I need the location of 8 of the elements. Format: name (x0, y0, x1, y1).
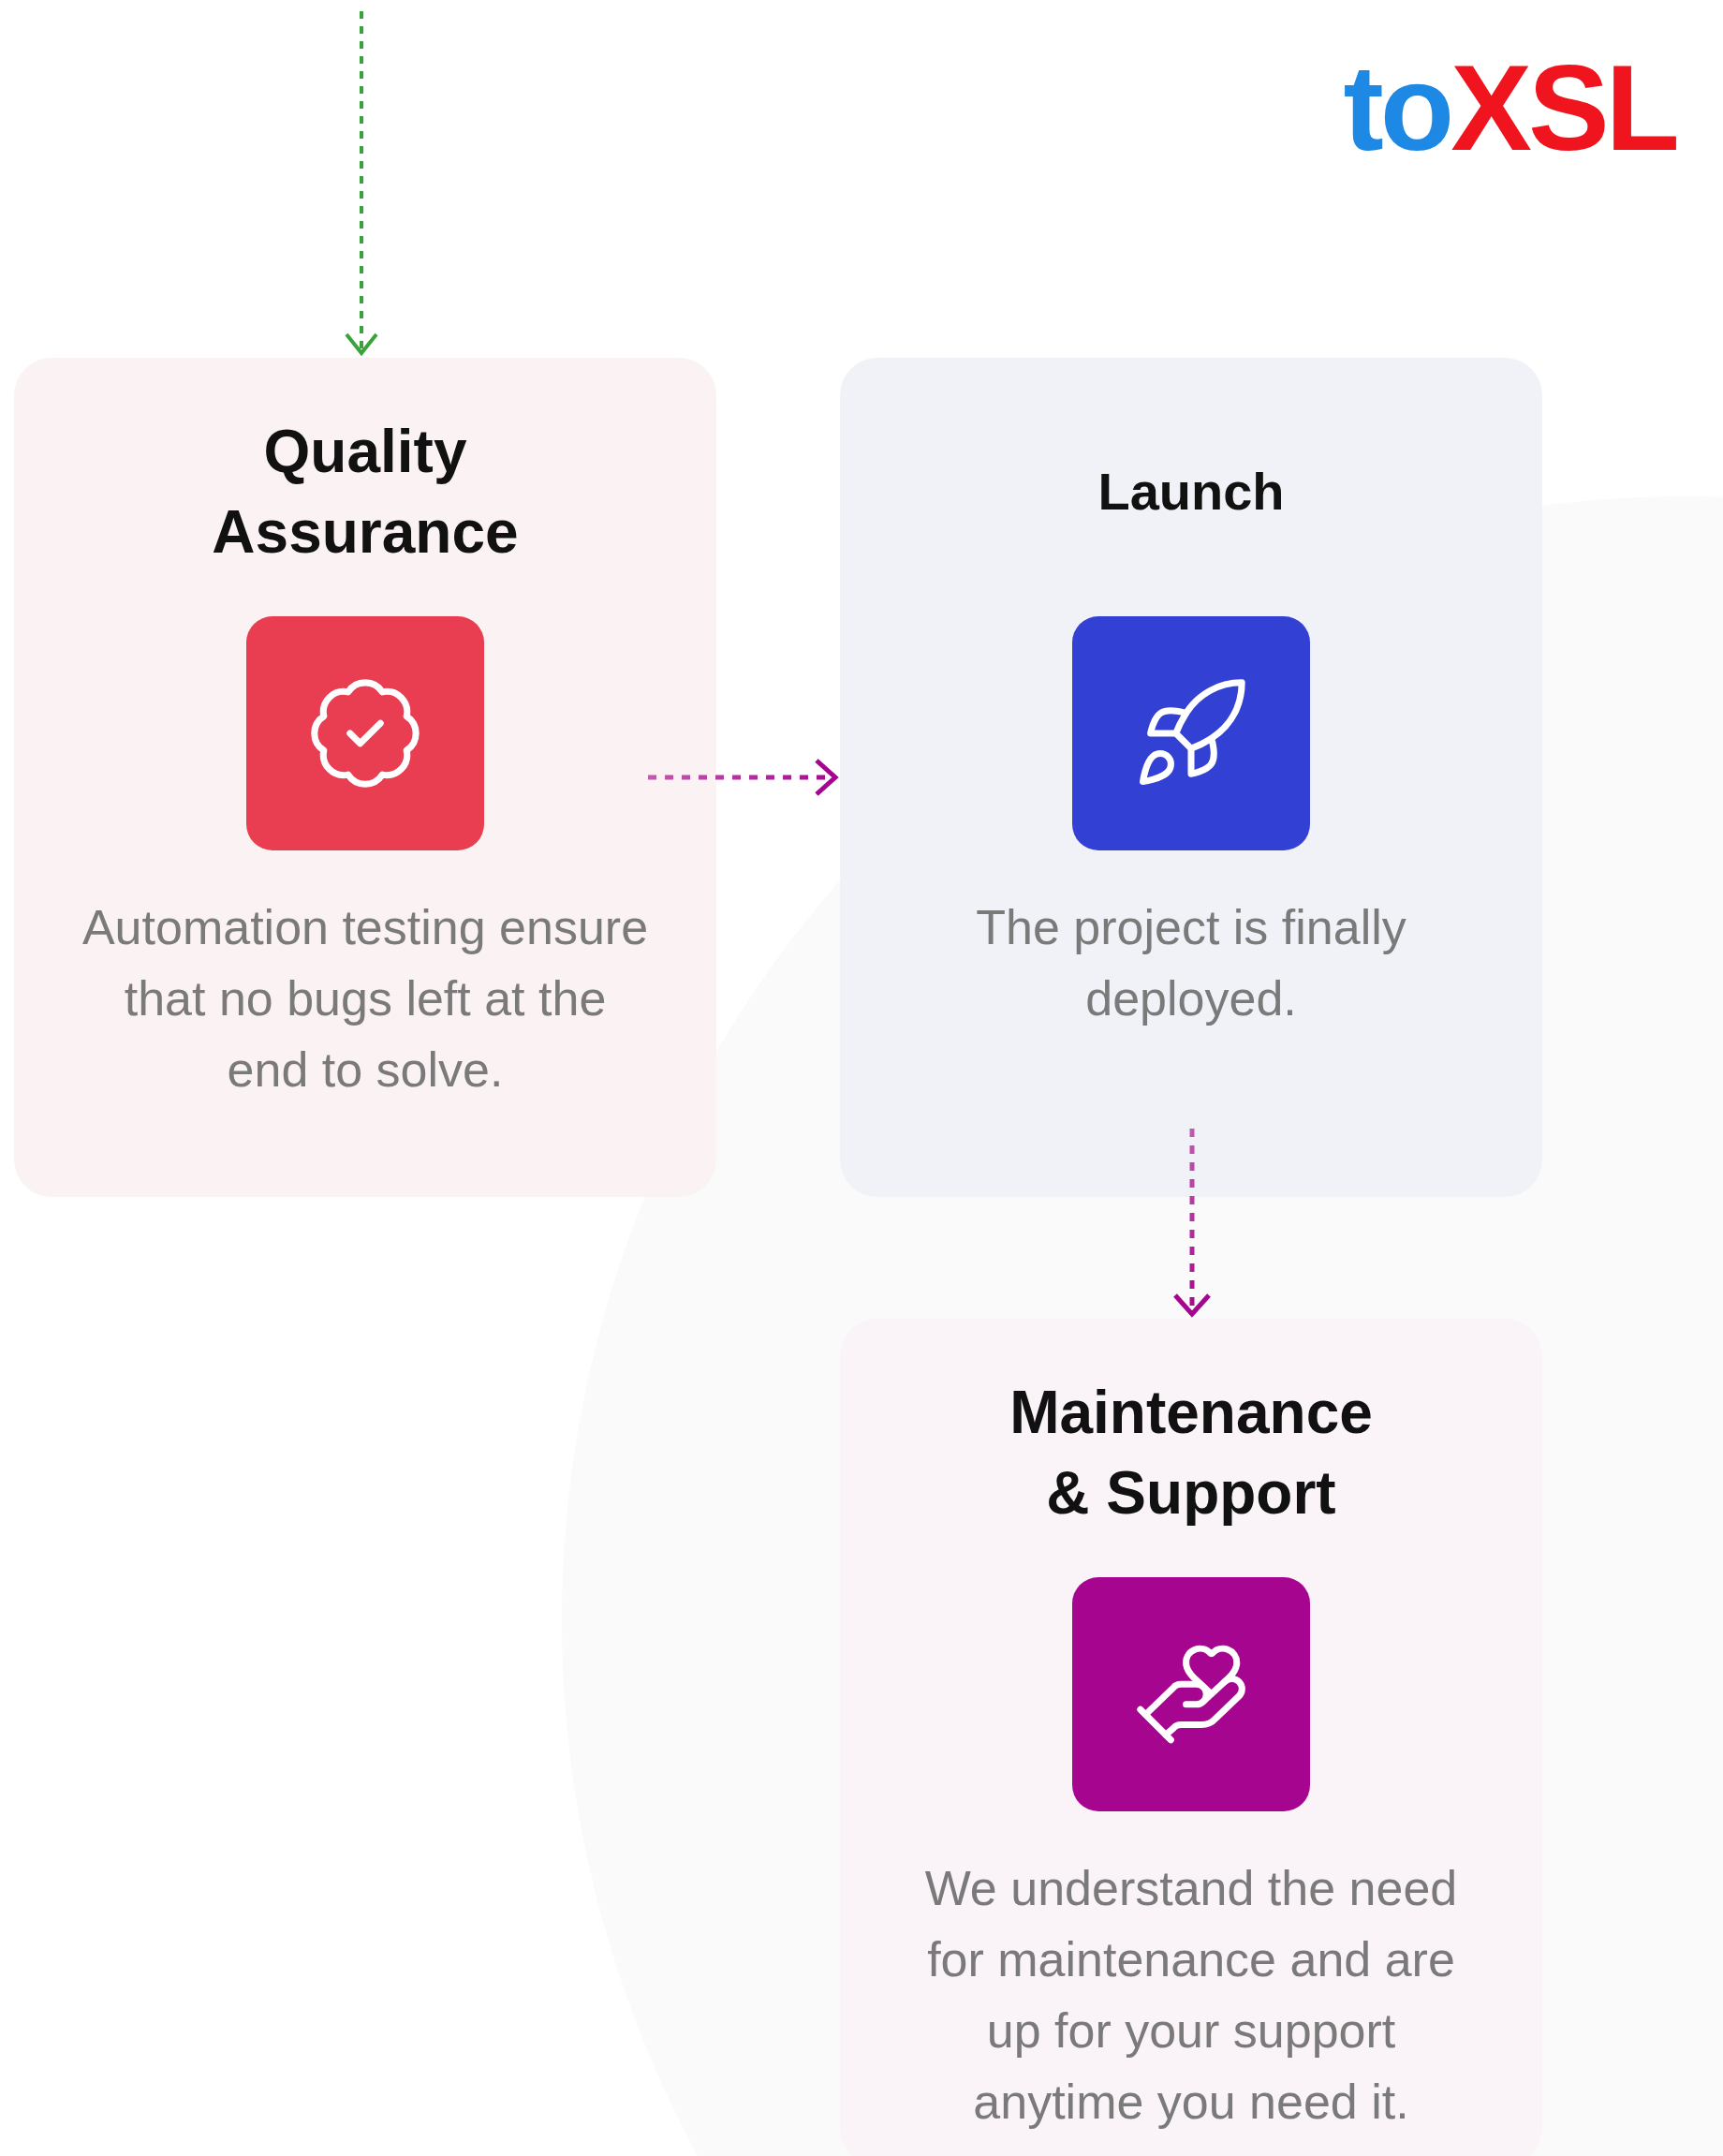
logo-text: to (1343, 38, 1451, 178)
step-title: Maintenance & Support (1009, 1378, 1374, 1528)
step-description: Automation testing ensure that no bugs left at the end to solve. (81, 899, 650, 1099)
step-description: The project is finally deployed. (975, 899, 1407, 1027)
step-title: Quality Assurance (211, 417, 520, 568)
step-description: We understand the need for maintenance and are up for your support anytime you need it. (923, 1860, 1459, 2131)
step-title: Launch (1097, 461, 1285, 523)
logo-text: XSL (1451, 38, 1676, 178)
